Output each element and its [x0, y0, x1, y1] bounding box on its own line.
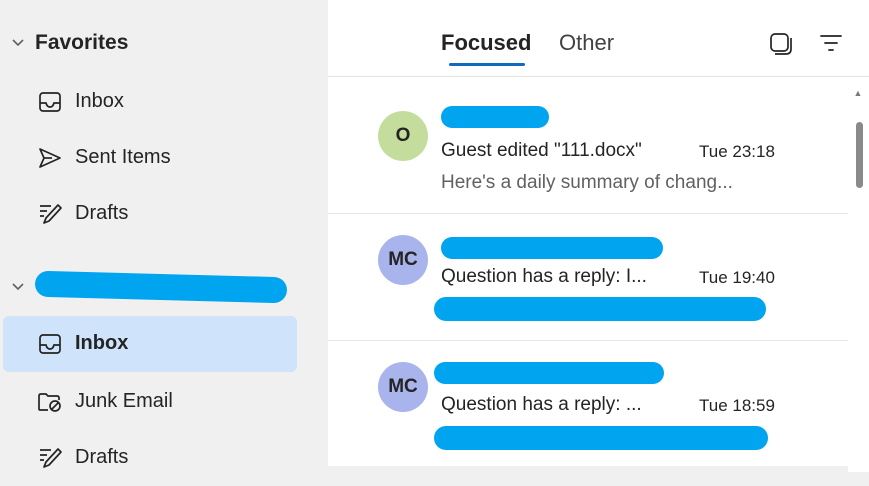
message-list-header: Focused Other [328, 0, 869, 77]
redaction-mark [434, 362, 664, 384]
drafts-icon [37, 446, 63, 470]
junk-folder-icon [37, 390, 63, 414]
redaction-mark [434, 426, 768, 450]
message-subject: Question has a reply: I... [441, 266, 647, 287]
active-tab-indicator [449, 63, 525, 66]
drafts-icon [37, 202, 63, 226]
avatar: MC [378, 362, 428, 412]
inbox-icon [37, 332, 63, 356]
message-preview: Here's a daily summary of chang... [441, 172, 733, 193]
favorites-title: Favorites [35, 31, 129, 54]
redaction-mark [441, 106, 549, 128]
account-item-label: Inbox [75, 332, 129, 354]
message-list-pane: Focused Other O Guest edited "111.docx" … [328, 0, 869, 472]
divider [328, 466, 848, 472]
account-item-label: Drafts [75, 446, 129, 468]
tab-other[interactable]: Other [559, 30, 614, 56]
scroll-thumb[interactable] [856, 122, 863, 188]
inbox-icon [37, 90, 63, 114]
account-item-drafts[interactable]: Drafts [3, 430, 297, 486]
message-list: O Guest edited "111.docx" Tue 23:18 Here… [328, 88, 848, 472]
avatar: O [378, 111, 428, 161]
favorites-item-label: Sent Items [75, 146, 171, 168]
send-icon [37, 146, 63, 170]
message-time: Tue 19:40 [699, 268, 775, 287]
redaction-mark [434, 297, 766, 321]
message-list-scrollbar[interactable]: ▲ [848, 88, 869, 472]
favorites-item-drafts[interactable]: Drafts [3, 186, 297, 242]
favorites-header[interactable]: Favorites [0, 23, 318, 63]
message-row[interactable]: MC Question has a reply: ... Tue 18:59 [328, 342, 848, 468]
filter-icon[interactable] [818, 30, 844, 56]
select-mode-icon[interactable] [768, 30, 794, 56]
message-time: Tue 18:59 [699, 396, 775, 415]
chevron-down-icon[interactable] [11, 280, 25, 294]
scroll-up-arrow-icon[interactable]: ▲ [853, 88, 863, 98]
message-time: Tue 23:18 [699, 142, 775, 161]
message-subject: Guest edited "111.docx" [441, 140, 642, 161]
message-row[interactable]: O Guest edited "111.docx" Tue 23:18 Here… [328, 88, 848, 214]
favorites-item-label: Drafts [75, 202, 129, 224]
account-item-inbox[interactable]: Inbox [3, 316, 297, 372]
avatar: MC [378, 235, 428, 285]
folder-pane: Favorites Inbox Sent Items Drafts Inbox [0, 0, 318, 472]
redaction-mark [441, 237, 663, 259]
favorites-item-label: Inbox [75, 90, 124, 112]
favorites-item-sent-items[interactable]: Sent Items [3, 130, 297, 186]
account-item-label: Junk Email [75, 390, 173, 412]
favorites-item-inbox[interactable]: Inbox [3, 74, 297, 130]
tab-focused[interactable]: Focused [441, 30, 531, 56]
message-row[interactable]: MC Question has a reply: I... Tue 19:40 [328, 215, 848, 341]
message-subject: Question has a reply: ... [441, 394, 642, 415]
account-item-junk-email[interactable]: Junk Email [3, 374, 297, 430]
chevron-down-icon[interactable] [11, 36, 25, 50]
